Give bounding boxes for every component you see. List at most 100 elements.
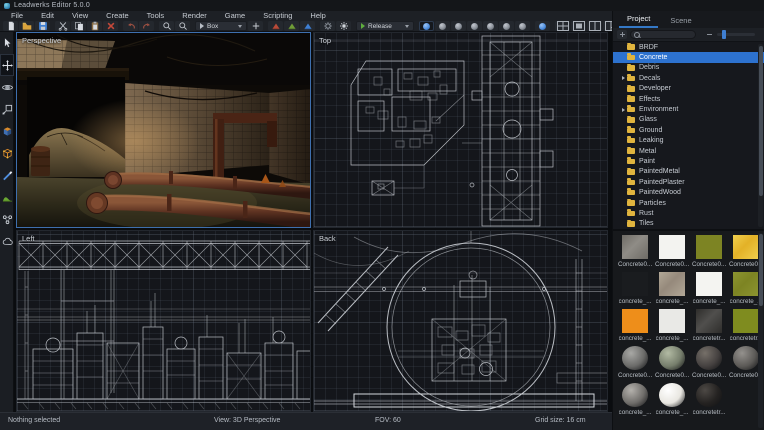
viewport-left[interactable]: Left (16, 230, 311, 412)
search-input[interactable] (642, 31, 692, 38)
add-primitive-button[interactable] (248, 21, 263, 31)
tree-item-rust[interactable]: Rust (613, 208, 764, 218)
tab-scene[interactable]: Scene (662, 14, 699, 28)
menu-help[interactable]: Help (301, 11, 334, 21)
tree-item-effects[interactable]: Effects (613, 94, 764, 104)
material-thumbnail[interactable]: concrete_... (618, 309, 652, 346)
new-file-button[interactable] (3, 21, 18, 31)
menu-render[interactable]: Render (173, 11, 216, 21)
layout-split-vertical-button[interactable] (587, 21, 602, 31)
save-button[interactable] (35, 21, 50, 31)
menu-scripting[interactable]: Scripting (254, 11, 301, 21)
csg-green-button[interactable] (284, 21, 299, 31)
tree-item-environment[interactable]: Environment (613, 104, 764, 114)
thumbnail-size-slider[interactable] (717, 33, 755, 36)
redo-button[interactable] (139, 21, 154, 31)
tree-item-paint[interactable]: Paint (613, 156, 764, 166)
open-button[interactable] (19, 21, 34, 31)
tree-item-leaking[interactable]: Leaking (613, 136, 764, 146)
tree-item-brdf[interactable]: BRDF (613, 42, 764, 52)
menu-edit[interactable]: Edit (32, 11, 63, 21)
copy-button[interactable] (71, 21, 86, 31)
delete-button[interactable] (103, 21, 118, 31)
material-thumbnail[interactable]: concrete_... (655, 272, 689, 309)
tree-item-concrete[interactable]: Concrete (613, 52, 764, 62)
tree-item-particles[interactable]: Particles (613, 198, 764, 208)
material-thumbnail[interactable]: Concrete0... (618, 346, 652, 383)
build-config-dropdown[interactable]: Release (356, 21, 414, 31)
material-thumbnail[interactable]: concretetr... (692, 383, 726, 420)
material-thumbnail[interactable]: concrete_... (692, 272, 726, 309)
scrollbar-thumb[interactable] (759, 46, 763, 196)
slider-handle[interactable] (722, 30, 726, 39)
menu-game[interactable]: Game (216, 11, 254, 21)
material-thumbnail[interactable]: concrete_... (618, 272, 652, 309)
tree-item-metal[interactable]: Metal (613, 146, 764, 156)
rotate-tool-button[interactable] (0, 76, 14, 98)
zoom-region-button[interactable] (175, 21, 190, 31)
layout-quad-button[interactable] (555, 21, 570, 31)
tree-item-tiles[interactable]: Tiles (613, 219, 764, 229)
material-thumbnail[interactable]: Concrete0... (692, 235, 726, 272)
material-thumbnail[interactable]: concrete_... (655, 383, 689, 420)
material-thumbnail[interactable]: concrete_... (618, 383, 652, 420)
viewport-back[interactable]: Back (313, 230, 608, 412)
tree-item-developer[interactable]: Developer (613, 84, 764, 94)
material-thumbnail[interactable]: Concrete0... (655, 346, 689, 383)
viewport-top[interactable]: Top (313, 32, 608, 228)
undo-button[interactable] (123, 21, 138, 31)
gear-icon (322, 21, 334, 31)
viewport-perspective[interactable]: Perspective (16, 32, 311, 228)
node-graph-tool-button[interactable] (0, 208, 14, 230)
zoom-button[interactable] (159, 21, 174, 31)
material-thumbnail[interactable]: Concrete0... (692, 346, 726, 383)
render-mode-4-button[interactable] (467, 21, 482, 31)
paste-button[interactable] (87, 21, 102, 31)
material-preview-button[interactable] (535, 21, 550, 31)
menu-create[interactable]: Create (97, 11, 138, 21)
settings-button[interactable] (320, 21, 335, 31)
tree-item-paintedplaster[interactable]: PaintedPlaster (613, 177, 764, 187)
csg-blue-button[interactable] (300, 21, 315, 31)
menu-tools[interactable]: Tools (138, 11, 174, 21)
sphere-icon (503, 23, 510, 30)
materials-scrollbar[interactable] (758, 233, 763, 428)
material-thumbnail[interactable]: Concrete0... (618, 235, 652, 272)
expand-arrow-icon[interactable] (622, 108, 625, 112)
render-mode-2-button[interactable] (435, 21, 450, 31)
cut-button[interactable] (55, 21, 70, 31)
tab-project[interactable]: Project (619, 12, 658, 28)
tree-item-ground[interactable]: Ground (613, 125, 764, 135)
vertex-tool-button[interactable] (0, 142, 14, 164)
tree-item-decals[interactable]: Decals (613, 73, 764, 83)
layout-single-button[interactable] (571, 21, 586, 31)
terrain-tool-button[interactable] (0, 186, 14, 208)
face-tool-button[interactable] (0, 120, 14, 142)
csg-red-button[interactable] (268, 21, 283, 31)
scale-tool-button[interactable] (0, 98, 14, 120)
add-asset-button[interactable] (617, 30, 627, 39)
expand-arrow-icon[interactable] (622, 76, 625, 80)
brush-tool-button[interactable] (0, 164, 14, 186)
material-thumbnail[interactable]: concrete_... (655, 309, 689, 346)
tree-item-debris[interactable]: Debris (613, 63, 764, 73)
tree-item-glass[interactable]: Glass (613, 115, 764, 125)
cloud-tool-button[interactable] (0, 230, 14, 252)
menu-view[interactable]: View (63, 11, 97, 21)
render-mode-6-button[interactable] (499, 21, 514, 31)
render-mode-1-button[interactable] (419, 21, 434, 31)
scrollbar-thumb[interactable] (759, 234, 763, 306)
tree-item-paintedwood[interactable]: PaintedWood (613, 187, 764, 197)
render-mode-5-button[interactable] (483, 21, 498, 31)
material-thumbnail[interactable]: concretetr... (692, 309, 726, 346)
primitive-dropdown[interactable]: Box (195, 21, 247, 31)
menu-file[interactable]: File (2, 11, 32, 21)
tree-item-paintedmetal[interactable]: PaintedMetal (613, 167, 764, 177)
material-thumbnail[interactable]: Concrete0... (655, 235, 689, 272)
render-settings-button[interactable] (336, 21, 351, 31)
tree-scrollbar[interactable] (758, 44, 763, 227)
render-mode-3-button[interactable] (451, 21, 466, 31)
move-tool-button[interactable] (0, 54, 14, 76)
select-tool-button[interactable] (0, 32, 14, 54)
render-mode-7-button[interactable] (515, 21, 530, 31)
